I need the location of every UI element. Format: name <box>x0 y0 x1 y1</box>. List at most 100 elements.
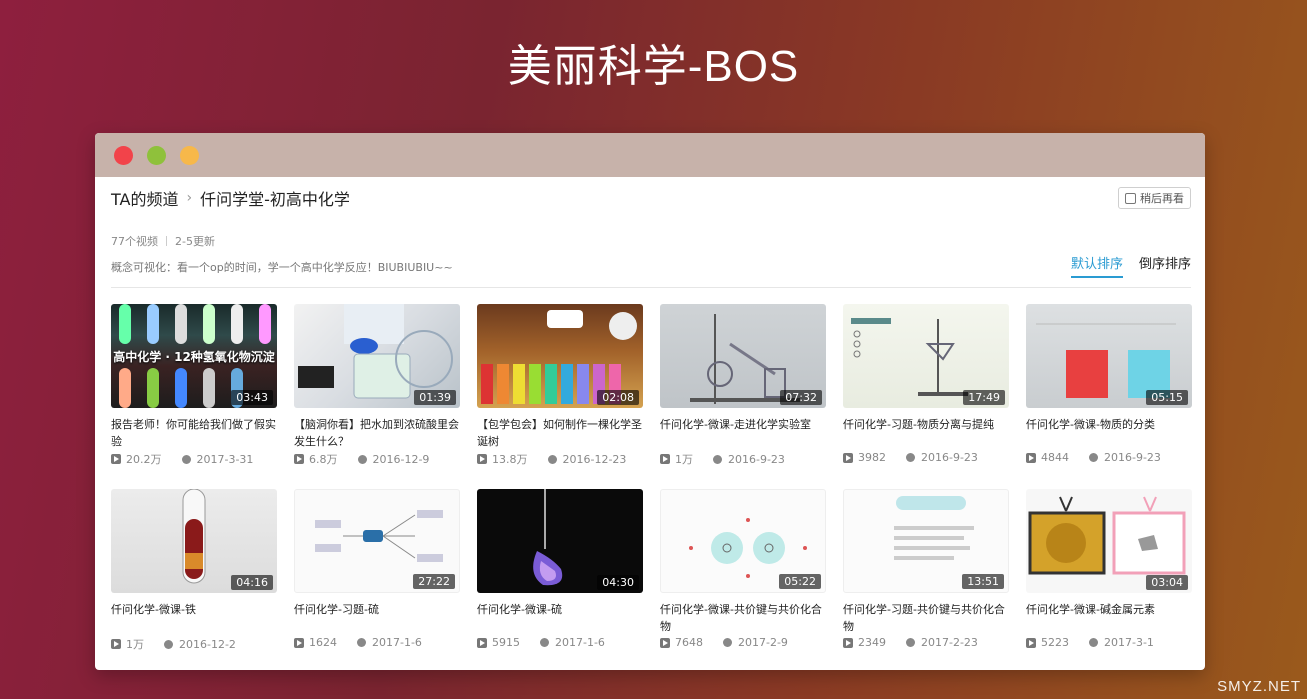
view-count: 1万 <box>126 638 144 651</box>
video-thumbnail[interactable]: 02:08 <box>477 304 643 408</box>
video-duration: 01:39 <box>414 390 456 405</box>
video-title[interactable]: 仟问化学-习题-硫 <box>294 601 460 635</box>
clock-icon <box>164 639 173 649</box>
upload-date: 2016-9-23 <box>728 452 785 466</box>
play-count-icon <box>294 637 304 648</box>
video-title[interactable]: 报告老师！你可能给我们做了假实验 <box>111 416 277 450</box>
playlist-meta: 77个视频 2-5更新 <box>111 233 1191 249</box>
video-thumbnail[interactable]: 13:51 <box>843 489 1009 593</box>
video-card[interactable]: 05:15 仟问化学-微课-物质的分类 4844 2016-9-23 <box>1026 304 1192 489</box>
video-card[interactable]: 04:30 仟问化学-微课-硫 5915 2017-1-6 <box>477 489 643 670</box>
video-thumbnail[interactable]: 05:22 <box>660 489 826 593</box>
hero-title: 美丽科学-BOS <box>507 42 800 91</box>
sort-tabs: 默认排序 倒序排序 <box>1070 253 1191 278</box>
video-grid: 高中化学 · 12种氢氧化物沉淀 03:43 报告老师！你可能给我们做了假实验 … <box>111 304 1192 670</box>
play-count-icon <box>111 639 121 649</box>
play-count-icon <box>477 637 487 648</box>
play-count-icon <box>660 637 670 648</box>
video-title[interactable]: 仟问化学-微课-物质的分类 <box>1026 416 1192 450</box>
video-duration: 13:51 <box>962 574 1004 589</box>
play-count-icon <box>843 637 853 648</box>
watch-later-label: 稍后再看 <box>1140 192 1184 205</box>
video-thumbnail[interactable]: 17:49 <box>843 304 1009 408</box>
upload-date: 2017-1-6 <box>555 636 605 649</box>
video-duration: 02:08 <box>597 390 639 405</box>
play-count-icon <box>660 454 670 464</box>
playlist-description-row: 概念可视化：看一个op的时间，学一个高中化学反应！BIUBIUBIU~~ 默认排… <box>111 257 1191 278</box>
view-count: 20.2万 <box>126 453 162 466</box>
clock-icon <box>1089 453 1098 462</box>
watch-later-button[interactable]: 稍后再看 <box>1118 187 1191 209</box>
play-count-icon <box>477 454 487 464</box>
video-card[interactable]: 07:32 仟问化学-微课-走进化学实验室 1万 2016-9-23 <box>660 304 826 489</box>
video-title[interactable]: 仟问化学-微课-走进化学实验室 <box>660 416 826 450</box>
video-stats: 5915 2017-1-6 <box>477 636 605 649</box>
video-title[interactable]: 仟问化学-微课-碱金属元素 <box>1026 601 1192 635</box>
video-card[interactable]: 17:49 仟问化学-习题-物质分离与提纯 3982 2016-9-23 <box>843 304 1009 489</box>
minimize-window-button[interactable] <box>147 145 166 165</box>
view-count: 5915 <box>492 636 520 649</box>
clock-icon <box>723 638 732 647</box>
video-duration: 04:16 <box>231 575 273 590</box>
video-stats: 4844 2016-9-23 <box>1026 451 1161 464</box>
video-card[interactable]: 03:04 仟问化学-微课-碱金属元素 5223 2017-3-1 <box>1026 489 1192 670</box>
view-count: 6.8万 <box>309 453 338 466</box>
video-duration: 03:04 <box>1146 575 1188 590</box>
video-title[interactable]: 仟问化学-微课-铁 <box>111 601 277 635</box>
video-thumbnail[interactable]: 05:15 <box>1026 304 1192 408</box>
video-thumbnail[interactable]: 04:30 <box>477 489 643 593</box>
video-thumbnail[interactable]: 高中化学 · 12种氢氧化物沉淀 03:43 <box>111 304 277 408</box>
video-stats: 2349 2017-2-23 <box>843 636 978 649</box>
video-stats: 7648 2017-2-9 <box>660 636 788 649</box>
video-card[interactable]: 02:08 【包学包会】如何制作一棵化学圣诞树 13.8万 2016-12-23 <box>477 304 643 489</box>
video-thumbnail[interactable]: 07:32 <box>660 304 826 408</box>
view-count: 1624 <box>309 636 337 649</box>
video-card[interactable]: 04:16 仟问化学-微课-铁 1万 2016-12-2 <box>111 489 277 670</box>
channel-content: TA的频道 › 仟问学堂-初高中化学 稍后再看 77个视频 2-5更新 概念可视… <box>95 177 1205 670</box>
view-count: 1万 <box>675 453 693 466</box>
video-title[interactable]: 仟问化学-微课-共价键与共价化合物 <box>660 601 826 635</box>
video-card[interactable]: 27:22 仟问化学-习题-硫 1624 2017-1-6 <box>294 489 460 670</box>
upload-date: 2017-2-23 <box>921 636 978 649</box>
window-titlebar <box>95 133 1205 177</box>
video-card[interactable]: 13:51 仟问化学-习题-共价键与共价化合物 2349 2017-2-23 <box>843 489 1009 670</box>
clock-icon <box>547 454 557 464</box>
upload-date: 2017-3-31 <box>196 452 254 466</box>
video-card[interactable]: 05:22 仟问化学-微课-共价键与共价化合物 7648 2017-2-9 <box>660 489 826 670</box>
video-thumbnail[interactable]: 27:22 <box>294 489 460 593</box>
upload-date: 2016-9-23 <box>921 451 978 464</box>
clock-icon <box>906 638 915 647</box>
meta-divider <box>166 236 167 246</box>
clock-icon <box>1125 192 1136 204</box>
breadcrumb-playlist: 仟问学堂-初高中化学 <box>200 190 350 209</box>
video-card[interactable]: 高中化学 · 12种氢氧化物沉淀 03:43 报告老师！你可能给我们做了假实验 … <box>111 304 277 489</box>
breadcrumb-channel[interactable]: TA的频道 <box>111 186 178 210</box>
upload-date: 2016-12-23 <box>562 452 627 466</box>
view-count: 7648 <box>675 636 703 649</box>
view-count: 5223 <box>1041 636 1069 649</box>
close-window-button[interactable] <box>114 145 133 165</box>
video-title[interactable]: 仟问化学-习题-共价键与共价化合物 <box>843 601 1009 635</box>
tab-reverse-sort[interactable]: 倒序排序 <box>1139 253 1191 278</box>
video-stats: 20.2万 2017-3-31 <box>111 451 253 467</box>
video-duration: 05:15 <box>1146 390 1188 405</box>
video-thumbnail[interactable]: 04:16 <box>111 489 277 593</box>
video-duration: 04:30 <box>597 575 639 590</box>
view-count: 2349 <box>858 636 886 649</box>
tab-default-sort[interactable]: 默认排序 <box>1070 253 1123 278</box>
upload-date: 2016-12-9 <box>372 452 430 466</box>
breadcrumb: TA的频道 › 仟问学堂-初高中化学 稍后再看 <box>111 177 1191 219</box>
video-title[interactable]: 仟问化学-微课-硫 <box>477 601 643 635</box>
upload-date: 2017-3-1 <box>1104 636 1154 649</box>
clock-icon <box>181 454 191 464</box>
video-title[interactable]: 仟问化学-习题-物质分离与提纯 <box>843 416 1009 450</box>
video-thumbnail[interactable]: 03:04 <box>1026 489 1192 593</box>
video-duration: 27:22 <box>413 574 455 589</box>
maximize-window-button[interactable] <box>180 145 199 165</box>
clock-icon <box>713 454 722 464</box>
video-card[interactable]: 01:39 【脑洞你看】把水加到浓硫酸里会发生什么？ 6.8万 2016-12-… <box>294 304 460 489</box>
chevron-right-icon: › <box>186 190 193 206</box>
video-title[interactable]: 【脑洞你看】把水加到浓硫酸里会发生什么？ <box>294 416 460 450</box>
video-title[interactable]: 【包学包会】如何制作一棵化学圣诞树 <box>477 416 643 450</box>
video-thumbnail[interactable]: 01:39 <box>294 304 460 408</box>
